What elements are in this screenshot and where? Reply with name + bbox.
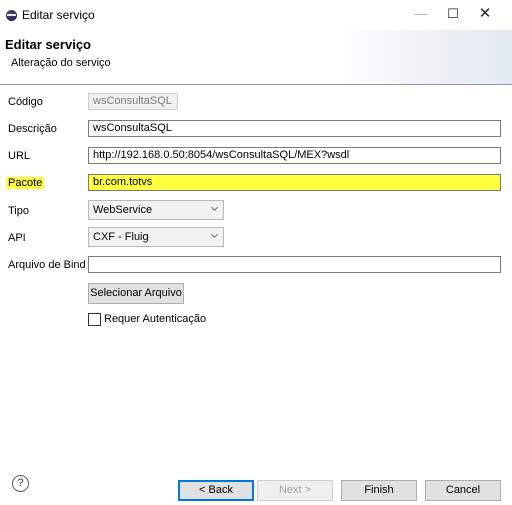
arquivo-label: Arquivo de Bind [8, 259, 86, 271]
cancel-button[interactable]: Cancel [425, 480, 501, 501]
header-banner: Editar serviço Alteração do serviço [0, 30, 512, 84]
chevron-down-icon [211, 206, 218, 211]
selecionar-arquivo-button[interactable]: Selecionar Arquivo [88, 283, 184, 304]
page-title: Editar serviço [5, 37, 91, 52]
pacote-label: Pacote [6, 177, 45, 189]
tipo-label: Tipo [8, 205, 29, 217]
maximize-button[interactable]: ☐ [438, 4, 468, 24]
back-button[interactable]: < Back [178, 480, 254, 501]
window-title: Editar serviço [22, 8, 95, 22]
chevron-down-icon [211, 233, 218, 238]
finish-button[interactable]: Finish [341, 480, 417, 501]
close-button[interactable]: ✕ [470, 4, 500, 24]
minimize-button[interactable]: — [406, 4, 436, 24]
requer-autenticacao-label: Requer Autenticação [104, 313, 207, 325]
api-label: API [8, 232, 26, 244]
page-subtitle: Alteração do serviço [11, 57, 111, 69]
title-bar: Editar serviço — ☐ ✕ [0, 0, 512, 30]
url-label: URL [8, 150, 31, 162]
help-icon[interactable]: ? [12, 475, 29, 492]
descricao-field[interactable]: wsConsultaSQL [88, 120, 501, 137]
codigo-label: Código [8, 96, 43, 108]
arquivo-field[interactable] [88, 256, 501, 273]
api-select[interactable]: CXF - Fluig [88, 227, 224, 247]
next-button: Next > [257, 480, 333, 501]
codigo-field: wsConsultaSQL [88, 93, 178, 110]
url-field[interactable]: http://192.168.0.50:8054/wsConsultaSQL/M… [88, 147, 501, 164]
descricao-label: Descrição [8, 123, 57, 135]
pacote-field[interactable]: br.com.totvs [88, 174, 501, 191]
api-select-value: CXF - Fluig [93, 231, 149, 243]
tipo-select-value: WebService [93, 204, 153, 216]
tipo-select[interactable]: WebService [88, 200, 224, 220]
requer-autenticacao-checkbox[interactable] [88, 313, 101, 326]
pacote-label-text: Pacote [6, 177, 45, 189]
form-area [0, 85, 512, 465]
eclipse-app-icon [6, 10, 17, 21]
